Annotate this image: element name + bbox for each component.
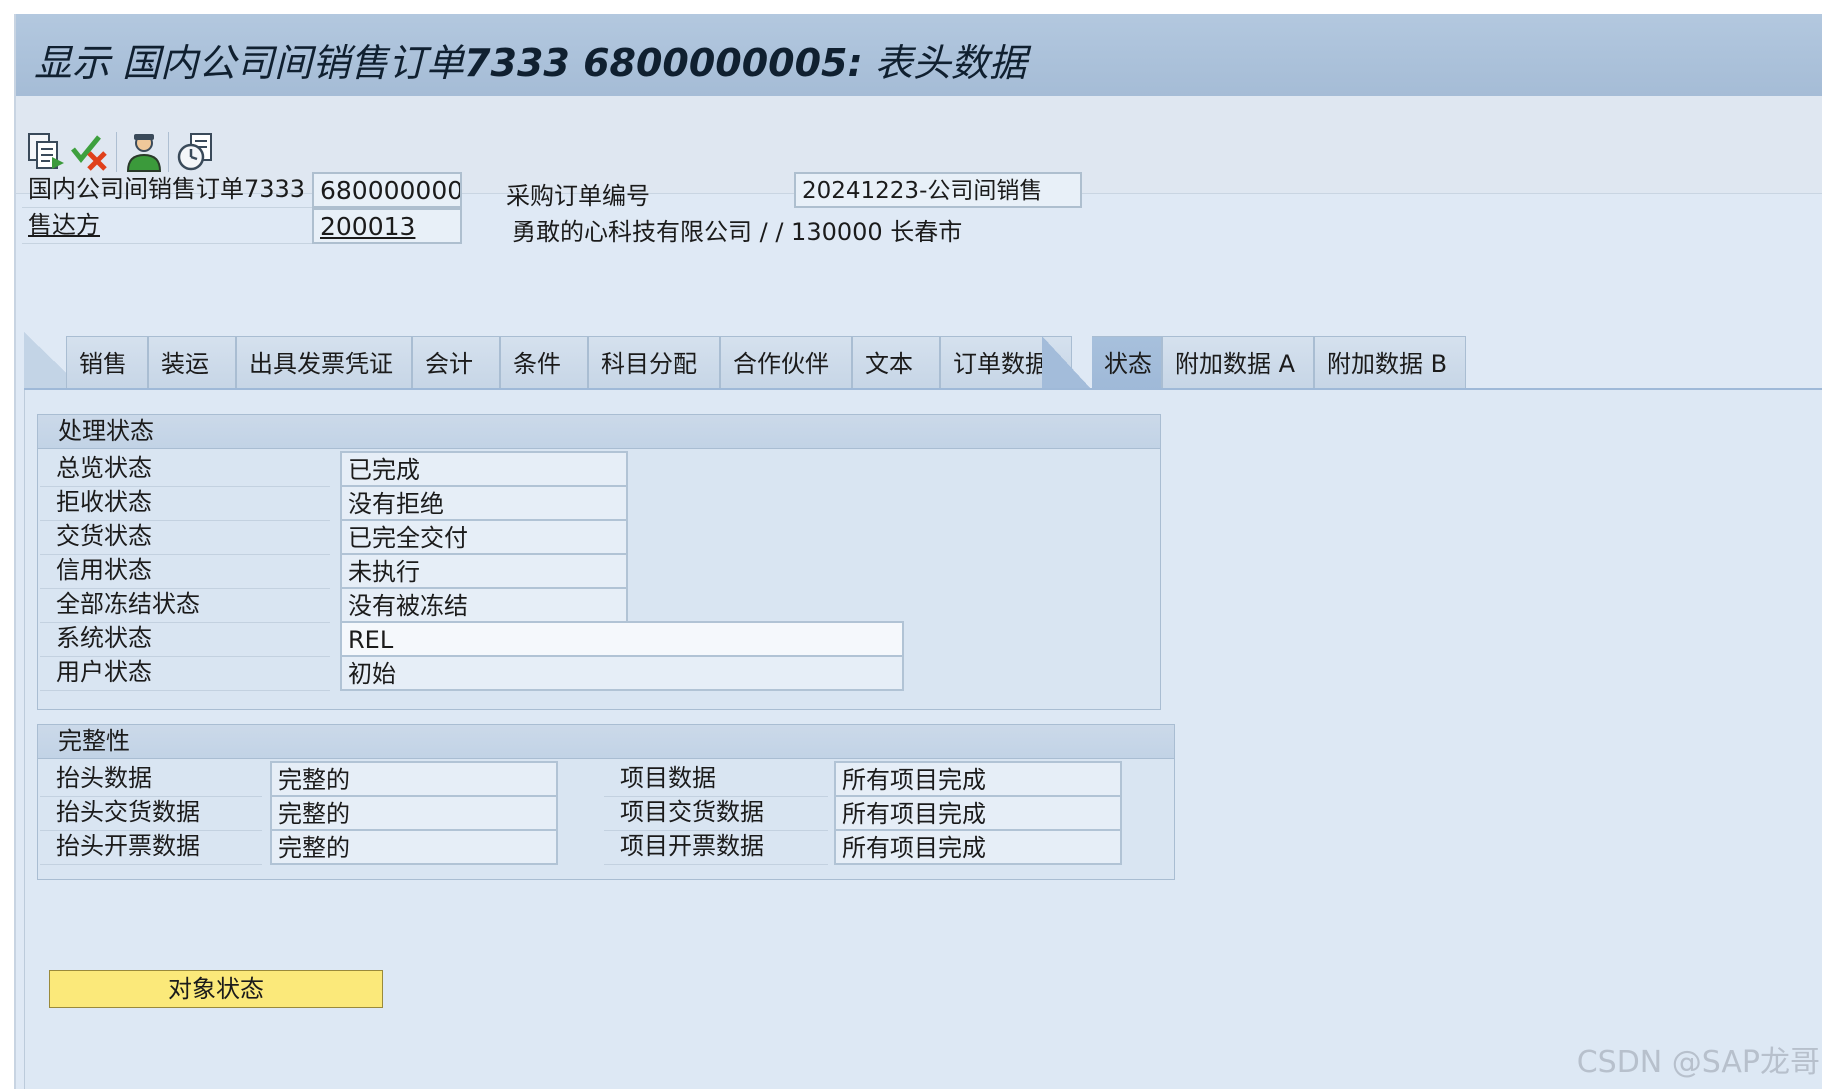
overall-block-status-label: 全部冻结状态 (40, 585, 330, 623)
tab-accounting[interactable]: 会计 (412, 336, 500, 390)
tab-sales[interactable]: 销售 (66, 336, 148, 390)
header-data-label: 抬头数据 (40, 759, 262, 797)
toolbar-separator (168, 132, 169, 172)
sold-to-label-link[interactable]: 售达方 (22, 208, 312, 244)
watermark: CSDN @SAP龙哥 (1576, 1045, 1820, 1080)
tab-texts[interactable]: 文本 (852, 336, 940, 390)
user-status-field[interactable]: 初始 (340, 655, 904, 691)
title-bar: 显示 国内公司间销售订单7333 6800000005: 表头数据 (16, 14, 1822, 96)
system-status-field[interactable]: REL (340, 621, 904, 657)
tab-content-status: 处理状态 总览状态 已完成 拒收状态 没有拒绝 交货状态 已完全交付 信用状态 … (24, 390, 1822, 1089)
sold-to-description: 勇敢的心科技有限公司 / / 130000 长春市 (512, 218, 963, 246)
tab-billing-document[interactable]: 出具发票凭证 (236, 336, 412, 390)
item-data-field[interactable]: 所有项目完成 (834, 761, 1122, 797)
delivery-status-field[interactable]: 已完全交付 (340, 519, 628, 555)
group-title: 处理状态 (38, 415, 1160, 449)
item-billing-data-field[interactable]: 所有项目完成 (834, 829, 1122, 865)
header-billing-data-label: 抬头开票数据 (40, 827, 262, 865)
active-tab-ramp (1042, 336, 1092, 390)
overall-status-label: 总览状态 (40, 449, 330, 487)
user-icon[interactable] (120, 128, 168, 176)
sap-window: 显示 国内公司间销售订单7333 6800000005: 表头数据 国内公司间销… (14, 14, 1822, 1089)
sold-to-field[interactable]: 200013 (312, 208, 462, 244)
po-label: 采购订单编号 (506, 182, 650, 210)
tab-partners[interactable]: 合作伙伴 (720, 336, 852, 390)
tab-additional-data-b[interactable]: 附加数据 B (1314, 336, 1466, 390)
delivery-status-label: 交货状态 (40, 517, 330, 555)
credit-status-label: 信用状态 (40, 551, 330, 589)
user-status-label: 用户状态 (40, 653, 330, 691)
group-title: 完整性 (38, 725, 1174, 759)
toolbar-separator (116, 132, 117, 172)
header-delivery-data-field[interactable]: 完整的 (270, 795, 558, 831)
header-delivery-data-label: 抬头交货数据 (40, 793, 262, 831)
document-copy-icon[interactable] (22, 128, 70, 176)
system-status-label: 系统状态 (40, 619, 330, 657)
rejection-status-label: 拒收状态 (40, 483, 330, 521)
check-cancel-icon[interactable] (66, 128, 114, 176)
rejection-status-field[interactable]: 没有拒绝 (340, 485, 628, 521)
header-data-field[interactable]: 完整的 (270, 761, 558, 797)
overall-status-field[interactable]: 已完成 (340, 451, 628, 487)
tab-conditions[interactable]: 条件 (500, 336, 588, 390)
clock-copy-icon[interactable] (172, 128, 220, 176)
overall-block-status-field[interactable]: 没有被冻结 (340, 587, 628, 623)
completeness-group: 完整性 抬头数据 完整的 抬头交货数据 完整的 抬头开票数据 完整的 项目数据 … (37, 724, 1175, 880)
order-label: 国内公司间销售订单7333 (22, 172, 312, 208)
item-delivery-data-label: 项目交货数据 (604, 793, 828, 831)
object-status-button[interactable]: 对象状态 (49, 970, 383, 1008)
tab-account-assignment[interactable]: 科目分配 (588, 336, 720, 390)
item-data-label: 项目数据 (604, 759, 828, 797)
tab-status[interactable]: 状态 (1092, 336, 1162, 390)
header-billing-data-field[interactable]: 完整的 (270, 829, 558, 865)
tab-shipping[interactable]: 装运 (148, 336, 236, 390)
tab-additional-data-a[interactable]: 附加数据 A (1162, 336, 1314, 390)
item-delivery-data-field[interactable]: 所有项目完成 (834, 795, 1122, 831)
po-number-field[interactable]: 20241223-公司间销售 (794, 172, 1082, 208)
tab-strip: 销售 装运 出具发票凭证 会计 条件 科目分配 合作伙伴 文本 订单数据 状态 … (24, 332, 1822, 390)
item-billing-data-label: 项目开票数据 (604, 827, 828, 865)
page-title: 显示 国内公司间销售订单7333 6800000005: 表头数据 (34, 41, 1027, 85)
order-number-field[interactable]: 6800000005 (312, 172, 462, 208)
credit-status-field[interactable]: 未执行 (340, 553, 628, 589)
processing-status-group: 处理状态 总览状态 已完成 拒收状态 没有拒绝 交货状态 已完全交付 信用状态 … (37, 414, 1161, 710)
